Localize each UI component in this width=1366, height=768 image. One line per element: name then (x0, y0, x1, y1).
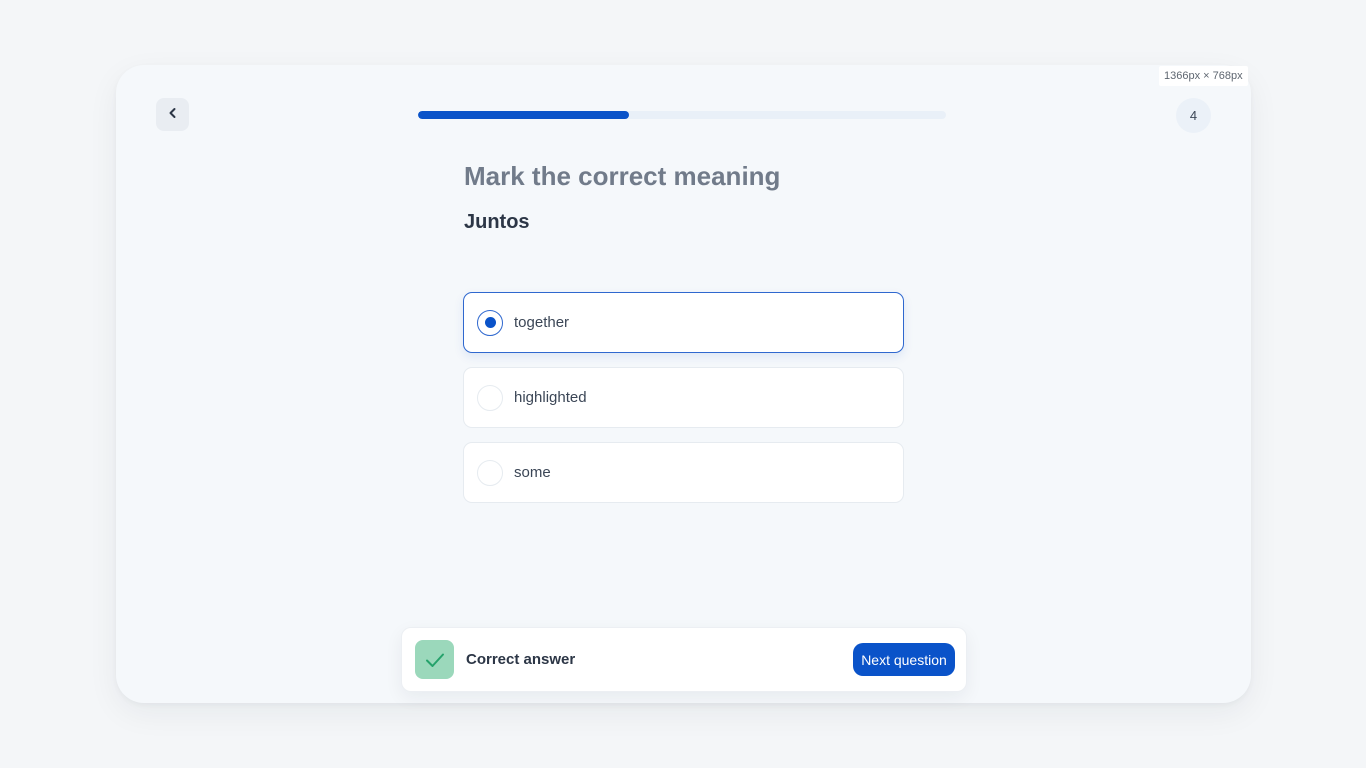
answer-option-together[interactable]: together (463, 292, 904, 353)
answer-option-label: together (514, 314, 570, 331)
chevron-left-icon (168, 106, 178, 124)
viewport-size-badge: 1366px × 768px (1159, 66, 1248, 86)
answer-option-label: highlighted (514, 389, 587, 406)
question-prompt: Mark the correct meaning (464, 161, 781, 191)
radio-selected-dot (484, 317, 496, 328)
feedback-bar: Correct answer Next question (401, 627, 967, 692)
check-icon (415, 640, 454, 679)
progress-bar (418, 111, 946, 119)
answer-option-highlighted[interactable]: highlighted (463, 367, 904, 428)
answer-option-label: some (514, 464, 551, 481)
radio-button[interactable] (477, 384, 503, 411)
question-word: Juntos (464, 211, 530, 233)
next-question-button[interactable]: Next question (853, 643, 955, 676)
radio-button[interactable] (477, 309, 503, 336)
radio-button[interactable] (477, 459, 503, 486)
question-counter: 4 (1176, 98, 1211, 133)
answer-option-some[interactable]: some (463, 442, 904, 503)
back-button[interactable] (156, 98, 189, 131)
feedback-status-text: Correct answer (466, 651, 576, 668)
progress-fill (418, 111, 630, 119)
